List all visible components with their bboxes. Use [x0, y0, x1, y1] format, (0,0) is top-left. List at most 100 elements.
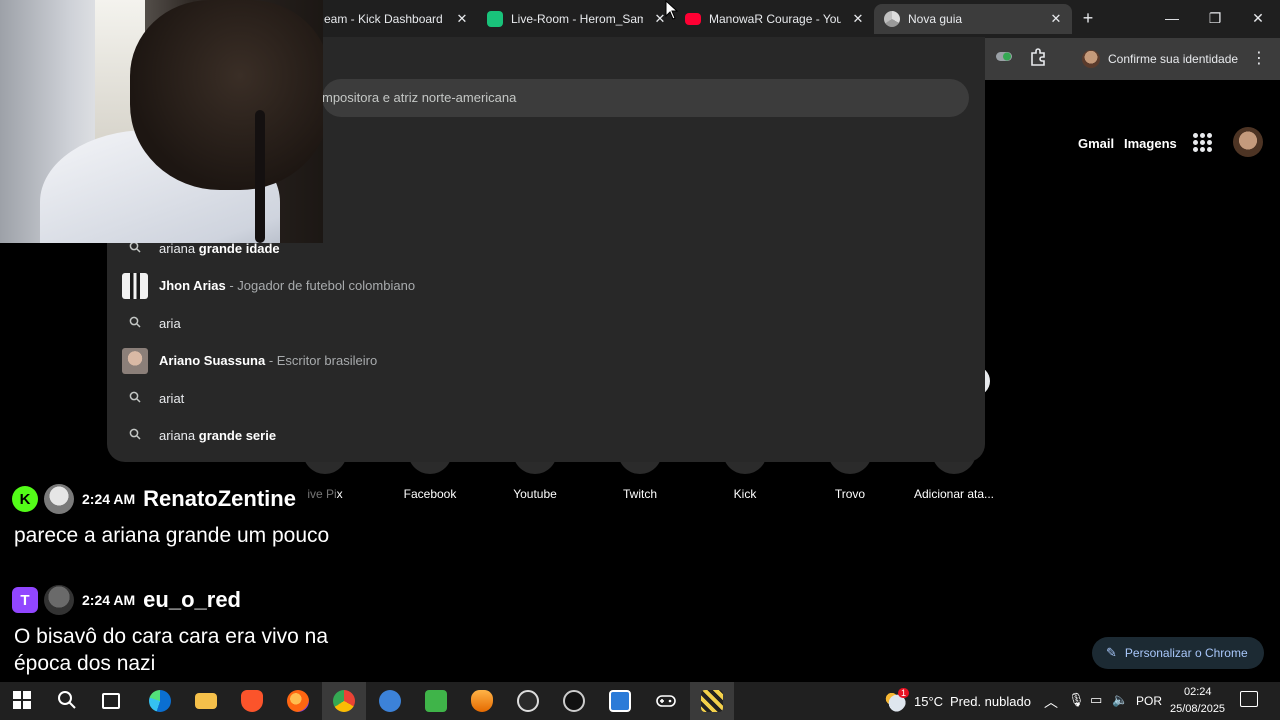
language-indicator[interactable]: POR [1136, 694, 1162, 708]
tab-kick-dashboard[interactable]: eam - Kick Dashboard ✕ [318, 4, 478, 34]
avatar [44, 484, 74, 514]
shortcut-label: Adicionar ata... [913, 487, 995, 501]
shortcut-label: Youtube [513, 487, 557, 501]
chat-message: O bisavô do cara cara era vivo na época … [14, 625, 328, 675]
chat-username: RenatoZentine [143, 486, 296, 511]
suggestion-text: Ariano Suassuna - Escritor brasileiro [159, 353, 377, 368]
windows-taskbar: 1 15°C Pred. nublado ︿ 🎙 ▭ 🔈 POR 02:24 2… [0, 682, 1280, 720]
brave-icon[interactable] [241, 690, 263, 712]
weather-description[interactable]: Pred. nublado [950, 694, 1031, 709]
minimize-icon[interactable]: — [1160, 8, 1184, 28]
qbittorrent-icon[interactable] [379, 690, 401, 712]
customize-label: Personalizar o Chrome [1124, 646, 1248, 660]
suggestion-typed: Ariano Suassuna [159, 353, 266, 368]
chat-header: K 2:24 AM RenatoZentine [12, 484, 296, 514]
edge-icon[interactable] [149, 690, 171, 712]
suggestion-typed: Jhon Arias [159, 278, 226, 293]
search-icon[interactable] [57, 690, 79, 712]
shortcut-label: Kick [733, 487, 757, 501]
avatar [44, 585, 74, 615]
chrome-icon [884, 11, 900, 27]
network-icon[interactable]: ▭ [1090, 692, 1102, 708]
tab-label: ManowaR Courage - YouTu [709, 12, 841, 26]
suggestion-item[interactable]: aria [107, 305, 985, 342]
blue-app-icon[interactable] [609, 690, 631, 712]
shortcut-label: Facebook [403, 487, 457, 501]
chat-username: eu_o_red [143, 587, 241, 612]
menu-kebab-icon[interactable]: ⋮ [1248, 48, 1270, 70]
close-icon[interactable]: ✕ [850, 11, 866, 27]
suggestion-item[interactable]: Jhon Arias - Jogador de futebol colombia… [107, 267, 985, 304]
suggestion-text: ariana grande serie [159, 428, 276, 443]
shortcut-label: Trovo [834, 487, 866, 501]
omnibox-input[interactable]: mpositora e atriz norte-americana [322, 79, 969, 117]
app-circle-icon[interactable] [563, 690, 585, 712]
profile-chip[interactable]: Confirme sua identidade [1076, 45, 1248, 73]
suggestion-text: aria [159, 316, 181, 331]
images-link[interactable]: Imagens [1124, 136, 1177, 151]
notification-icon[interactable] [1240, 691, 1258, 707]
tab-label: eam - Kick Dashboard [324, 12, 443, 26]
suggestion-description: - Jogador de futebol colombiano [225, 278, 416, 293]
tab-nova-guia[interactable]: Nova guia ✕ [874, 4, 1072, 34]
tab-label: Nova guia [908, 12, 963, 26]
window-close-icon[interactable]: ✕ [1246, 8, 1270, 28]
volume-icon[interactable]: 🔈 [1112, 692, 1128, 708]
tray-chevron-up-icon[interactable]: ︿ [1044, 692, 1058, 712]
suggestion-text: ariana grande idade [159, 241, 280, 256]
customize-chrome-button[interactable]: ✎ Personalizar o Chrome [1092, 637, 1264, 669]
obs-icon[interactable] [517, 690, 539, 712]
firefox-icon[interactable] [287, 690, 309, 712]
suggestion-text: Jhon Arias - Jogador de futebol colombia… [159, 278, 415, 293]
close-icon[interactable]: ✕ [1048, 11, 1064, 27]
suggestion-description: - Escritor brasileiro [265, 353, 378, 368]
clapperboard-icon[interactable] [701, 690, 723, 712]
gmail-link[interactable]: Gmail [1078, 136, 1114, 151]
new-tab-plus-icon[interactable]: + [1076, 8, 1100, 28]
clock-date[interactable]: 25/08/2025 [1170, 703, 1225, 715]
suggestion-typed: ariana [159, 241, 196, 256]
entity-thumbnail [122, 272, 148, 299]
weather-temp[interactable]: 15°C [914, 694, 943, 709]
suggestion-item[interactable]: ariana grande serie [107, 417, 985, 454]
tab-label: Live-Room - Herom_Samu [511, 12, 643, 26]
twitch-logo-icon: T [12, 587, 38, 613]
restore-icon[interactable]: ❐ [1203, 8, 1227, 28]
suggestion-typed: ariana [159, 428, 196, 443]
clock-time[interactable]: 02:24 [1184, 686, 1212, 698]
fl-studio-icon[interactable] [471, 690, 493, 712]
suggestion-typed: ariat [159, 391, 185, 406]
extension-toggle-icon[interactable] [993, 48, 1015, 70]
suggestion-completion: grande idade [195, 241, 280, 256]
screen: eam - Kick Dashboard ✕ Live-Room - Herom… [0, 0, 1280, 720]
camtasia-icon[interactable] [425, 690, 447, 712]
google-account-avatar[interactable] [1233, 127, 1263, 157]
webcam-person-head [130, 0, 323, 190]
search-icon [127, 316, 143, 331]
task-view-icon[interactable] [102, 693, 120, 709]
chrome-taskbar-icon[interactable] [333, 690, 355, 712]
search-icon [127, 391, 143, 406]
tab-live-room[interactable]: Live-Room - Herom_Samu ✕ [478, 4, 676, 34]
kick-logo-icon: K [12, 486, 38, 512]
google-apps-icon[interactable] [1192, 132, 1214, 154]
entity-thumbnail [122, 347, 148, 374]
extensions-puzzle-icon[interactable] [1027, 48, 1049, 70]
suggestion-typed: aria [159, 316, 181, 331]
youtube-icon [685, 13, 701, 25]
file-explorer-icon[interactable] [195, 693, 217, 709]
tab-manowar-youtube[interactable]: ManowaR Courage - YouTu ✕ [676, 4, 874, 34]
close-icon[interactable]: ✕ [454, 11, 470, 27]
profile-label: Confirme sua identidade [1108, 52, 1239, 66]
weather-badge: 1 [898, 688, 910, 698]
windows-start-icon[interactable] [12, 690, 34, 712]
suggestion-completion: grande serie [195, 428, 277, 443]
shortcut-label: Twitch [622, 487, 657, 501]
pencil-icon: ✎ [1106, 645, 1117, 660]
suggestion-item[interactable]: Ariano Suassuna - Escritor brasileiro [107, 342, 985, 379]
microphone-icon[interactable]: 🎙 [1068, 692, 1085, 708]
gamepad-icon[interactable] [655, 690, 677, 712]
profile-avatar [1082, 50, 1100, 68]
webcam-earphone-cable [255, 110, 265, 243]
suggestion-item[interactable]: ariat [107, 380, 985, 417]
